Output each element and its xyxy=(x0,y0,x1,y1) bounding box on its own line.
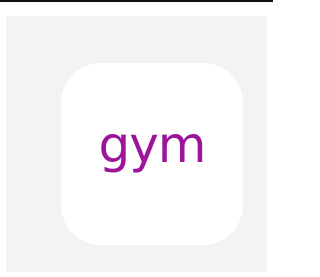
gym-app-icon[interactable]: gym xyxy=(61,63,243,245)
screenshot-frame: gym xyxy=(0,0,273,277)
icon-tile-background: gym xyxy=(6,16,267,272)
app-logo: gym xyxy=(98,116,206,174)
